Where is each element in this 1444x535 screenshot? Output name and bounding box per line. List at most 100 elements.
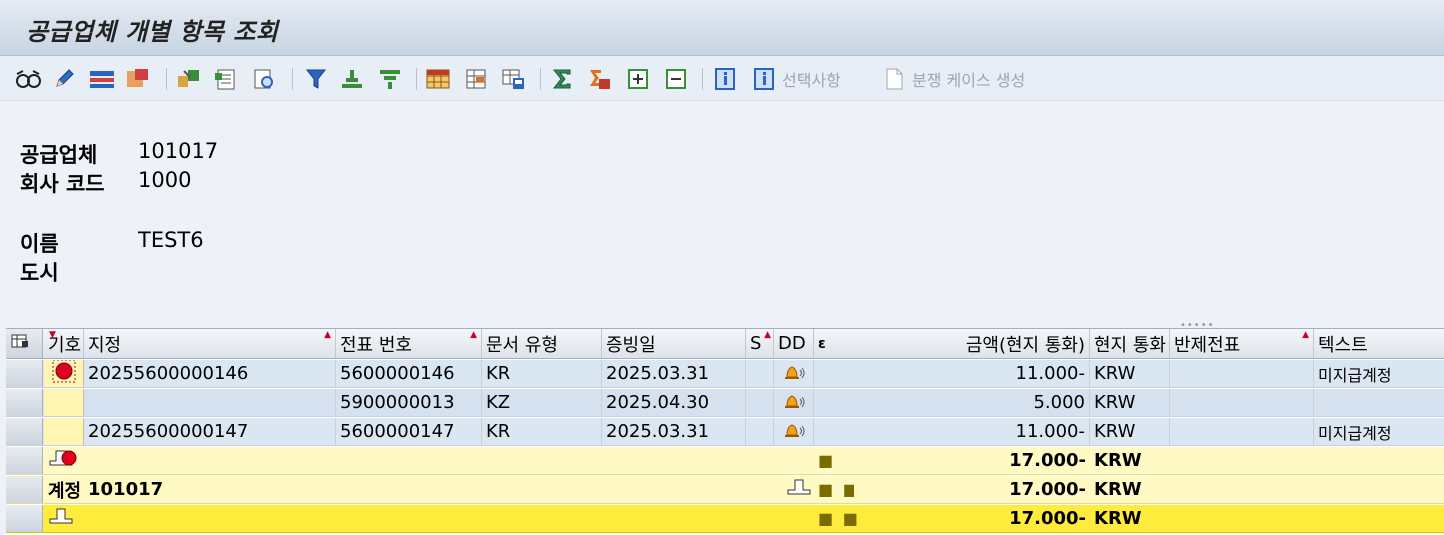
doc-type-cell: KZ: [482, 389, 602, 416]
vendor-value: 101017: [138, 139, 219, 163]
amount-cell: 5.000: [814, 389, 1090, 416]
sort-marker-icon: ▲: [324, 330, 331, 340]
grid-settings-icon: [10, 332, 30, 355]
col-text[interactable]: 텍스트: [1314, 329, 1444, 358]
columns-button[interactable]: [88, 64, 116, 94]
row-selector[interactable]: [6, 418, 43, 445]
subtotal-icon: [586, 65, 614, 93]
company-code-value: 1000: [138, 168, 192, 192]
grid-save-icon: [500, 65, 528, 93]
transfer-button[interactable]: [175, 64, 203, 94]
collapse-button[interactable]: [662, 64, 690, 94]
expand-button[interactable]: [624, 64, 652, 94]
info-button[interactable]: [711, 64, 739, 94]
total-icon: [48, 506, 74, 531]
row-selector[interactable]: [6, 389, 43, 416]
sort-marker-icon: ▲: [470, 330, 477, 340]
col-dd[interactable]: DD: [774, 329, 814, 358]
layout-button[interactable]: [424, 64, 452, 94]
sum-icon: [548, 65, 576, 93]
table-row[interactable]: 20255600000146 5600000146 KR 2025.03.31 …: [6, 360, 1444, 388]
selection-button[interactable]: 선택사항: [750, 64, 841, 94]
doc-type-cell: KR: [482, 360, 602, 387]
col-amount[interactable]: ε 금액(현지 통화): [814, 329, 1090, 358]
page-title: 공급업체 개별 항목 조회: [26, 18, 279, 46]
clearing-cell: [1170, 360, 1314, 387]
col-document-number[interactable]: 전표 번호 ▲: [336, 329, 482, 358]
doc-number-cell: 5900000013: [336, 389, 482, 416]
subtotal-currency: KRW: [1094, 450, 1142, 471]
sort-marker-icon: ▲: [764, 330, 771, 340]
row-selector[interactable]: [6, 360, 43, 387]
change-button[interactable]: [50, 64, 78, 94]
row-selector[interactable]: [6, 447, 43, 474]
sum-button[interactable]: [548, 64, 576, 94]
highlight-button[interactable]: [124, 64, 152, 94]
table-row[interactable]: 20255600000147 5600000147 KR 2025.03.31 …: [6, 418, 1444, 446]
subtotal-level-marker: ■ ■: [818, 480, 854, 499]
text-cell: [1314, 389, 1444, 416]
col-s[interactable]: S ▲: [746, 329, 774, 358]
sort-ascending-button[interactable]: [338, 64, 366, 94]
col-document-date[interactable]: 증빙일: [602, 329, 746, 358]
col-assignment[interactable]: 지정 ▲: [84, 329, 336, 358]
subtotal-icon: [786, 477, 812, 502]
filter-button[interactable]: [302, 64, 330, 94]
doc-number-cell: 5600000147: [336, 418, 482, 445]
info-icon: [711, 65, 739, 93]
subtotal-account-label: 계정: [48, 480, 82, 502]
status-cell: [44, 418, 84, 445]
layout-save-button[interactable]: [500, 64, 528, 94]
doc-number-cell: 5600000146: [336, 360, 482, 387]
currency-cell: KRW: [1090, 418, 1170, 445]
doc-list-button[interactable]: [212, 64, 240, 94]
pencil-icon: [50, 65, 78, 93]
create-dispute-button[interactable]: 분쟁 케이스 생성: [880, 64, 1025, 94]
total-level-marker: ■ ■ ■: [818, 509, 864, 528]
transfer-icon: [175, 65, 203, 93]
info-selection-icon: [750, 65, 778, 93]
doc-date-cell: 2025.04.30: [602, 389, 746, 416]
dd-cell: [774, 360, 814, 387]
subtotal-button[interactable]: [586, 64, 614, 94]
row-selector[interactable]: [6, 505, 43, 532]
col-status[interactable]: ▼ 기호: [44, 329, 84, 358]
table-row[interactable]: 5900000013 KZ 2025.04.30 5.000 KRW: [6, 389, 1444, 417]
subtotal-account-value: 101017: [88, 479, 164, 500]
row-selector[interactable]: [6, 476, 43, 503]
subtotal-level-marker: ■: [818, 451, 836, 470]
subtotal-row-account[interactable]: 계정 101017 ■ ■ 17.000- KRW: [6, 476, 1444, 504]
line-items-grid: ▼ 기호 지정 ▲ 전표 번호 ▲ 문서 유형 증빙일 S ▲ DD ε 금액(현지 통화…: [6, 328, 1444, 535]
glasses-icon: [14, 65, 42, 93]
sort-descending-button[interactable]: [376, 64, 404, 94]
grid-layout-icon: [424, 65, 452, 93]
sort-desc-icon: [376, 65, 404, 93]
display-button[interactable]: [14, 64, 42, 94]
assignment-cell: [84, 389, 336, 416]
grand-total-row[interactable]: ■ ■ ■ 17.000- KRW: [6, 505, 1444, 533]
col-currency[interactable]: 현지 통화: [1090, 329, 1170, 358]
status-cell: [44, 389, 84, 416]
layout-insert-button[interactable]: [462, 64, 490, 94]
filter-icon: [302, 65, 330, 93]
doc-search-button[interactable]: [250, 64, 278, 94]
subtotal-row-status[interactable]: ■ 17.000- KRW: [6, 447, 1444, 475]
total-amount: 17.000-: [1009, 508, 1086, 529]
city-label: 도시: [20, 261, 59, 285]
total-currency: KRW: [1094, 508, 1142, 529]
name-value: TEST6: [138, 228, 204, 252]
subtotal-currency: KRW: [1094, 479, 1142, 500]
title-bar: 공급업체 개별 항목 조회: [0, 0, 1444, 56]
sort-marker-icon: ▼: [49, 330, 56, 340]
s-cell: [746, 389, 774, 416]
doc-date-cell: 2025.03.31: [602, 418, 746, 445]
col-clearing-doc[interactable]: 반제전표 ▲: [1170, 329, 1314, 358]
doc-type-cell: KR: [482, 418, 602, 445]
select-all-button[interactable]: [6, 329, 43, 358]
col-document-type[interactable]: 문서 유형: [482, 329, 602, 358]
currency-cell: KRW: [1090, 389, 1170, 416]
vendor-label: 공급업체: [20, 143, 98, 167]
subtotal-amount: 17.000-: [1009, 479, 1086, 500]
document-icon: [880, 65, 908, 93]
doc-list-icon: [212, 65, 240, 93]
